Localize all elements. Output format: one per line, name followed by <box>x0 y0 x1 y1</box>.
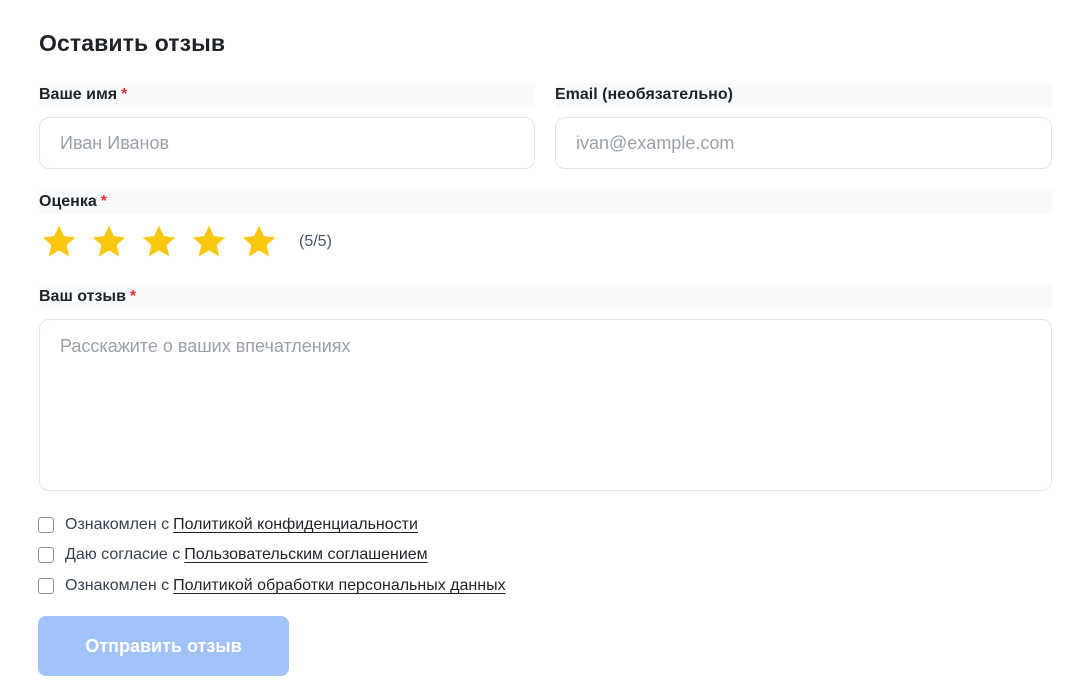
consent-text: Даю согласие с <box>65 546 181 563</box>
name-input[interactable] <box>39 117 535 169</box>
name-label: Ваше имя * <box>39 83 535 107</box>
consent-text: Ознакомлен с <box>65 516 170 533</box>
rating-label: Оценка * <box>39 190 1052 214</box>
consent-checkbox[interactable] <box>38 547 54 563</box>
consent-privacy: Ознакомлен с Политикой конфиденциальност… <box>38 515 418 535</box>
email-label: Email (необязательно) <box>555 83 1052 107</box>
name-label-text: Ваше имя <box>39 86 118 103</box>
email-label-text: Email (необязательно) <box>555 86 733 103</box>
star-icon[interactable] <box>239 222 279 262</box>
required-mark: * <box>129 288 137 305</box>
consent-text: Ознакомлен с <box>65 577 170 594</box>
consent-personal-data: Ознакомлен с Политикой обработки персона… <box>38 576 506 596</box>
star-icon[interactable] <box>139 222 179 262</box>
consent-checkbox[interactable] <box>38 517 54 533</box>
submit-button[interactable]: Отправить отзыв <box>38 616 289 676</box>
required-mark: * <box>100 193 107 210</box>
review-label: Ваш отзыв * <box>39 285 1052 309</box>
rating-label-text: Оценка <box>39 193 97 210</box>
form-title: Оставить отзыв <box>39 30 226 56</box>
personal-data-policy-link[interactable]: Политикой обработки персональных данных <box>173 577 505 595</box>
consent-checkbox[interactable] <box>38 578 54 594</box>
star-icon[interactable] <box>89 222 129 262</box>
consent-terms: Даю согласие с Пользовательским соглашен… <box>38 545 428 565</box>
star-icon[interactable] <box>39 222 79 262</box>
review-textarea[interactable] <box>39 319 1052 491</box>
privacy-policy-link[interactable]: Политикой конфиденциальности <box>173 516 418 534</box>
user-agreement-link[interactable]: Пользовательским соглашением <box>184 546 427 564</box>
email-input[interactable] <box>555 117 1052 169</box>
review-label-text: Ваш отзыв <box>39 288 126 305</box>
star-rating: (5/5) <box>39 222 332 262</box>
star-icon[interactable] <box>189 222 229 262</box>
rating-score: (5/5) <box>299 233 332 250</box>
required-mark: * <box>121 86 128 103</box>
review-form: Оставить отзыв Ваше имя* Email (необязат… <box>0 0 1081 693</box>
